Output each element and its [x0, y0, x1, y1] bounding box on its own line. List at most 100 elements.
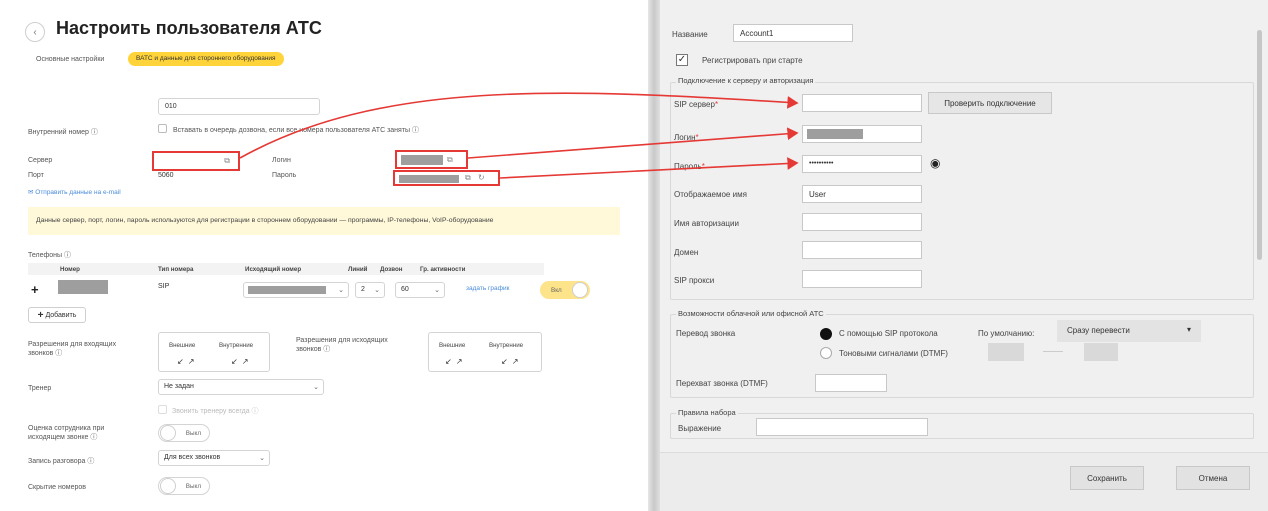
- display-name-input[interactable]: User: [802, 185, 922, 203]
- chevron-down-icon: ⌄: [338, 287, 344, 294]
- call-arrows-icon[interactable]: ↙ ↗: [231, 357, 250, 366]
- trainer-call-label: Звонить тренеру всегда ⓘ: [172, 408, 259, 415]
- password-label: Пароль: [272, 172, 297, 179]
- sip-proxy-label: SIP прокси: [674, 276, 715, 285]
- phones-label: Телефоны ⓘ: [28, 252, 72, 259]
- outgoing-perm-box[interactable]: Внешние Внутренние ↙ ↗ ↙ ↗: [428, 332, 542, 372]
- server-field[interactable]: ⧉: [152, 151, 240, 171]
- auth-name-input[interactable]: [802, 213, 922, 231]
- call-arrows-icon[interactable]: ↙ ↗: [177, 357, 196, 366]
- trainer-select[interactable]: Не задан ⌄: [158, 379, 324, 395]
- port-value: 5060: [158, 172, 174, 179]
- toggle-knob: [160, 478, 176, 494]
- login-redacted: [807, 129, 863, 139]
- activity-toggle[interactable]: Вкл: [540, 281, 590, 299]
- dial-select[interactable]: 60 ⌄: [395, 282, 445, 298]
- eye-icon[interactable]: ◉: [930, 156, 940, 170]
- login-input[interactable]: [802, 125, 922, 143]
- col-lines: Линий: [348, 266, 368, 273]
- password-redacted: [399, 175, 459, 183]
- notice-banner: Данные сервер, порт, логин, пароль испол…: [28, 207, 620, 235]
- check-connection-button[interactable]: Проверить подключение: [928, 92, 1052, 114]
- call-arrows-icon[interactable]: ↙ ↗: [445, 357, 464, 366]
- dtmf-field-2[interactable]: [1084, 343, 1118, 361]
- outgoing-number-select[interactable]: ⌄: [243, 282, 349, 298]
- recording-select[interactable]: Для всех звонков ⌄: [158, 450, 270, 466]
- refresh-icon[interactable]: ↻: [478, 173, 485, 182]
- password-value: ••••••••••: [809, 160, 834, 167]
- dtmf-field-1[interactable]: [988, 343, 1024, 361]
- cancel-button[interactable]: Отмена: [1176, 466, 1250, 490]
- back-button[interactable]: ‹: [25, 22, 45, 42]
- copy-icon[interactable]: ⧉: [224, 156, 230, 166]
- expression-input[interactable]: [756, 418, 928, 436]
- radio-dtmf[interactable]: [820, 347, 832, 359]
- rating-toggle[interactable]: Выкл: [158, 424, 210, 442]
- login-text: Логин: [674, 133, 696, 142]
- sip-server-label: SIP сервер*: [674, 100, 718, 109]
- login-field[interactable]: ⧉: [395, 150, 468, 169]
- col-dial: Дозвон: [380, 266, 403, 273]
- port-label: Порт: [28, 172, 44, 179]
- save-button[interactable]: Сохранить: [1070, 466, 1144, 490]
- hide-numbers-toggle[interactable]: Выкл: [158, 477, 210, 495]
- internal-number-input[interactable]: 010: [158, 98, 320, 115]
- name-value: Account1: [740, 29, 774, 38]
- send-email-link[interactable]: ✉ Отправить данные на e-mail: [28, 188, 121, 196]
- password-text: Пароль: [674, 162, 702, 171]
- chevron-down-icon: ⌄: [374, 287, 380, 294]
- send-email-text: Отправить данные на e-mail: [35, 189, 121, 196]
- call-arrows-icon[interactable]: ↙ ↗: [501, 357, 520, 366]
- radio-sip[interactable]: [820, 328, 832, 340]
- panel-divider: [648, 0, 660, 511]
- display-name-value: User: [809, 190, 826, 199]
- add-button[interactable]: + Добавить: [28, 307, 86, 323]
- connection-group: [670, 82, 1254, 300]
- password-field[interactable]: ⧉ ↻: [393, 170, 500, 186]
- server-label: Сервер: [28, 157, 53, 164]
- sip-server-input[interactable]: [802, 94, 922, 112]
- hide-numbers-label: Скрытие номеров: [28, 484, 86, 491]
- default-transfer-select[interactable]: Сразу перевести ▾: [1057, 320, 1201, 342]
- toggle-knob: [572, 282, 588, 298]
- dtmf-separator: [1043, 351, 1063, 352]
- schedule-link[interactable]: задать график: [466, 285, 509, 292]
- login-label: Логин: [272, 157, 291, 164]
- copy-icon[interactable]: ⧉: [465, 173, 471, 183]
- plus-icon: +: [37, 309, 44, 321]
- incoming-perm-box[interactable]: Внешние Внутренние ↙ ↗ ↙ ↗: [158, 332, 270, 372]
- perm-internal: Внутренние: [489, 342, 524, 349]
- domain-input[interactable]: [802, 241, 922, 259]
- tab-basic-settings[interactable]: Основные настройки: [36, 56, 104, 63]
- trainer-call-checkbox[interactable]: [158, 405, 167, 414]
- default-label: По умолчанию:: [978, 329, 1035, 338]
- scrollbar[interactable]: [1257, 30, 1262, 260]
- name-input[interactable]: Account1: [733, 24, 853, 42]
- outgoing-perm-label: Разрешения для исходящих звонков ⓘ: [296, 337, 388, 353]
- toggle-label: Вкл: [551, 286, 562, 294]
- connection-group-title: Подключение к серверу и авторизация: [676, 76, 816, 85]
- expression-label: Выражение: [678, 424, 722, 433]
- intercept-input[interactable]: [815, 374, 887, 392]
- queue-checkbox[interactable]: [158, 124, 167, 133]
- login-label: Логин*: [674, 133, 699, 142]
- password-input[interactable]: ••••••••••: [802, 155, 922, 173]
- toggle-label: Выкл: [185, 482, 201, 490]
- chevron-left-icon: ‹: [33, 26, 37, 38]
- copy-icon[interactable]: ⧉: [447, 155, 453, 165]
- perm-internal: Внутренние: [219, 342, 254, 349]
- sip-account-dialog: Название Account1 ✓ Регистрировать при с…: [660, 0, 1268, 511]
- register-label: Регистрировать при старте: [702, 56, 803, 65]
- register-checkbox[interactable]: ✓: [676, 54, 688, 66]
- tab-vats-data[interactable]: ВАТС и данные для стороннего оборудовани…: [128, 52, 284, 66]
- phone-type: SIP: [158, 283, 170, 290]
- plus-icon[interactable]: +: [31, 282, 39, 297]
- check-icon: ✓: [677, 54, 687, 65]
- internal-number-value: 010: [165, 103, 177, 110]
- lines-select[interactable]: 2 ⌄: [355, 282, 385, 298]
- trainer-value: Не задан: [164, 383, 194, 390]
- pbx-user-settings-panel: ‹ Настроить пользователя АТС Основные на…: [0, 0, 648, 511]
- sip-proxy-input[interactable]: [802, 270, 922, 288]
- internal-number-label: Внутренний номер ⓘ: [28, 129, 98, 136]
- login-redacted: [401, 155, 443, 165]
